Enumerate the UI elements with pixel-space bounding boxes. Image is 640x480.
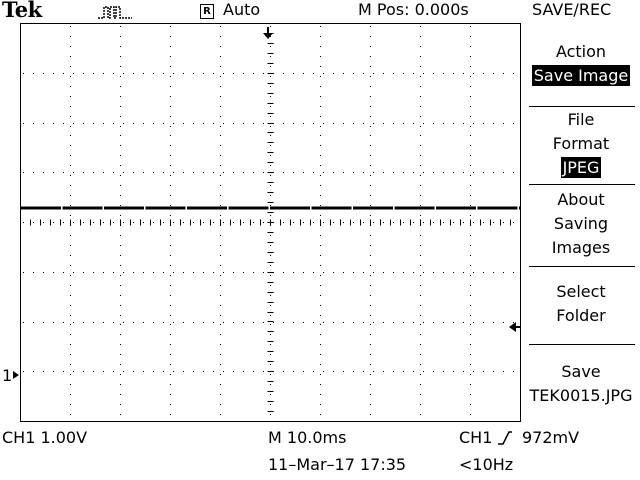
menu-divider bbox=[529, 266, 635, 267]
menu-select-label-2: Folder bbox=[556, 306, 606, 325]
menu-title: SAVE/REC bbox=[532, 0, 612, 19]
menu-about-label-2: Saving bbox=[553, 214, 609, 233]
menu-action[interactable]: Action Save Image bbox=[522, 40, 640, 88]
menu-about-saving-images[interactable]: About Saving Images bbox=[522, 188, 640, 260]
menu-select-folder[interactable]: Select Folder bbox=[522, 280, 640, 328]
trigger-level-icon bbox=[509, 322, 521, 332]
menu-format-label-2: Format bbox=[552, 134, 610, 153]
menu-divider bbox=[529, 184, 635, 185]
datetime-readout: 11–Mar–17 17:35 bbox=[268, 455, 407, 474]
ch1-scale-readout: CH1 1.00V bbox=[2, 428, 88, 447]
menu-about-label-1: About bbox=[557, 190, 605, 209]
menu-action-value: Save Image bbox=[531, 65, 631, 86]
menu-file-format[interactable]: File Format JPEG bbox=[522, 108, 640, 180]
trigger-frequency-readout: <10Hz bbox=[459, 455, 514, 474]
menu-divider bbox=[529, 106, 635, 107]
main-position-readout: M Pos: 0.000s bbox=[358, 0, 469, 19]
run-status-icon: R bbox=[200, 4, 214, 19]
menu-action-label: Action bbox=[555, 42, 607, 61]
waveform-display bbox=[20, 23, 521, 422]
menu-save-label: Save bbox=[561, 362, 601, 381]
trigger-rising-edge-icon bbox=[498, 431, 512, 445]
menu-save[interactable]: Save TEK0015.JPG bbox=[522, 360, 640, 408]
acquisition-mode: Auto bbox=[223, 0, 261, 19]
trigger-position-marker bbox=[263, 33, 273, 39]
menu-format-label-1: File bbox=[567, 110, 595, 129]
menu-save-filename: TEK0015.JPG bbox=[529, 386, 633, 405]
menu-select-label-1: Select bbox=[556, 282, 606, 301]
timebase-readout: M 10.0ms bbox=[268, 428, 347, 447]
ch1-ground-arrow-icon bbox=[13, 371, 19, 379]
brand-logo: Tek bbox=[2, 0, 42, 22]
trigger-level-readout: 972mV bbox=[522, 428, 580, 447]
trigger-pulse-icon bbox=[98, 6, 132, 19]
trigger-source-readout: CH1 bbox=[459, 428, 493, 447]
menu-format-value: JPEG bbox=[560, 157, 602, 178]
menu-divider bbox=[529, 344, 635, 345]
menu-about-label-3: Images bbox=[551, 238, 611, 257]
